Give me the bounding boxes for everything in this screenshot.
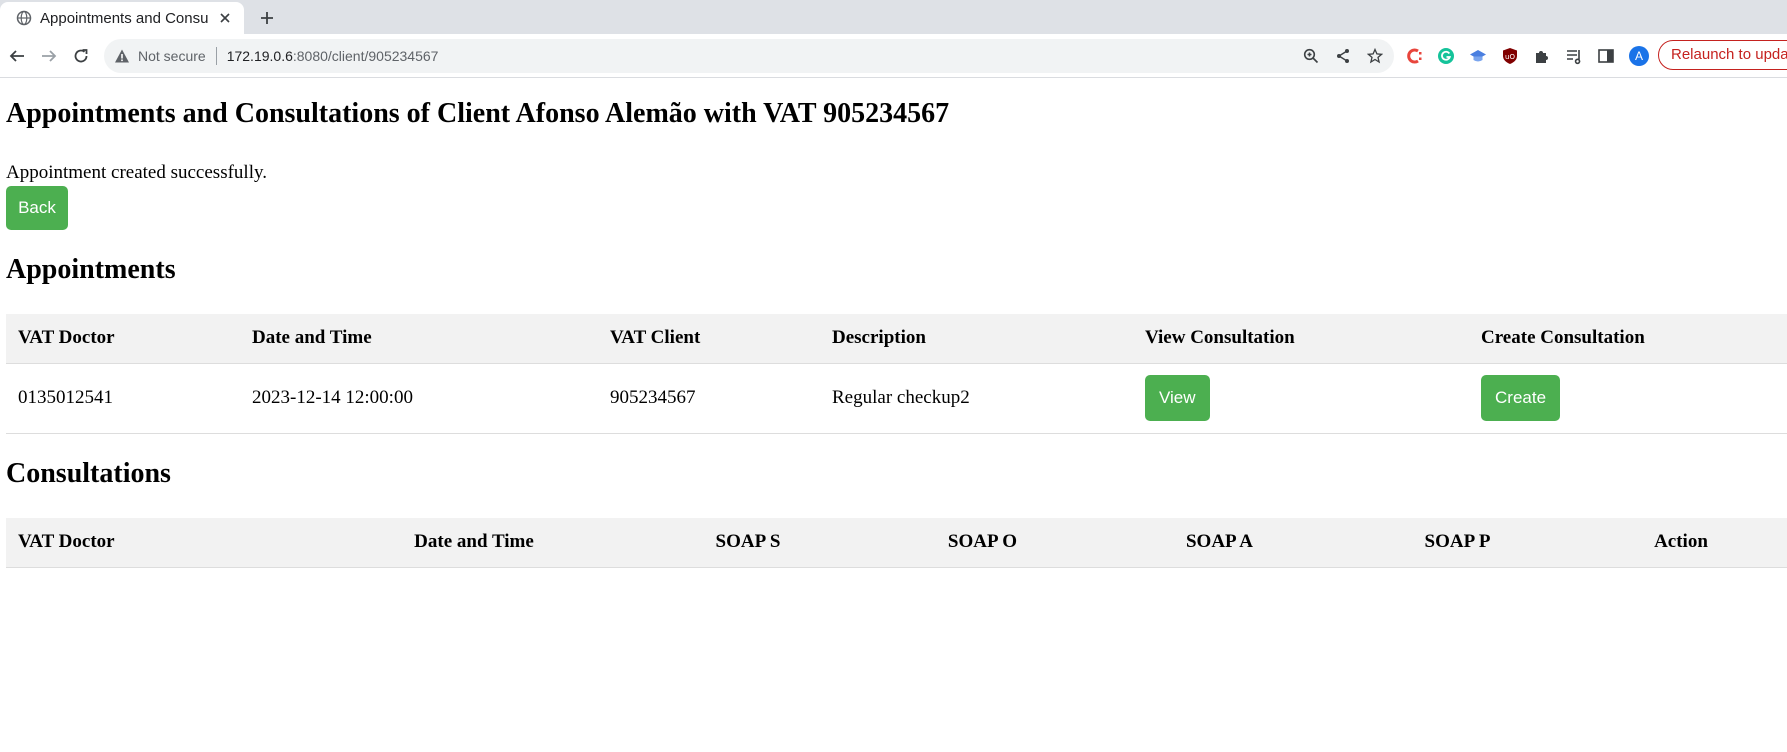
grammarly-icon[interactable]	[1437, 47, 1455, 65]
create-consultation-cell: Create	[1469, 363, 1787, 434]
table-header-row: VAT Doctor Date and Time SOAP S SOAP O S…	[6, 518, 1787, 568]
warning-icon	[115, 49, 129, 63]
side-panel-icon[interactable]	[1597, 47, 1615, 65]
vat-client-cell: 905234567	[598, 363, 820, 434]
appointments-heading: Appointments	[6, 254, 176, 285]
url-text: 172.19.0.6:8080/client/905234567	[226, 48, 439, 64]
tab-title: Appointments and Consu	[40, 9, 209, 27]
status-message: Appointment created successfully.	[6, 162, 267, 183]
address-bar[interactable]: Not secure 172.19.0.6:8080/client/905234…	[104, 39, 1394, 73]
close-icon[interactable]	[216, 9, 234, 27]
column-header: VAT Doctor	[6, 518, 318, 568]
back-button[interactable]: Back	[6, 186, 68, 230]
globe-icon	[16, 10, 32, 26]
column-header: View Consultation	[1133, 314, 1469, 364]
view-consultation-button[interactable]: View	[1145, 375, 1210, 421]
ublock-shield-icon[interactable]: uO	[1501, 47, 1519, 65]
forward-arrow-icon[interactable]	[37, 44, 61, 68]
browser-tab[interactable]: Appointments and Consu	[0, 2, 244, 34]
zoom-icon[interactable]	[1302, 47, 1320, 65]
column-header: Date and Time	[240, 314, 598, 364]
not-secure-label: Not secure	[138, 48, 206, 64]
create-consultation-button[interactable]: Create	[1481, 375, 1561, 421]
column-header: Date and Time	[318, 518, 630, 568]
column-header: SOAP A	[1099, 518, 1340, 568]
table-row: 0135012541 2023-12-14 12:00:00 905234567…	[6, 363, 1787, 434]
svg-text:uO: uO	[1505, 53, 1515, 61]
share-icon[interactable]	[1334, 47, 1352, 65]
date-time-cell: 2023-12-14 12:00:00	[240, 363, 598, 434]
graduation-cap-icon[interactable]	[1469, 47, 1487, 65]
relaunch-button[interactable]: Relaunch to upda	[1658, 40, 1787, 70]
back-arrow-icon[interactable]	[5, 44, 29, 68]
column-header: SOAP S	[630, 518, 866, 568]
column-header: Action	[1575, 518, 1787, 568]
puzzle-icon[interactable]	[1533, 47, 1551, 65]
consultations-table: VAT Doctor Date and Time SOAP S SOAP O S…	[6, 518, 1787, 568]
consultations-heading: Consultations	[6, 458, 171, 489]
table-header-row: VAT Doctor Date and Time VAT Client Desc…	[6, 314, 1787, 364]
extension-c-icon[interactable]	[1405, 47, 1423, 65]
profile-avatar[interactable]: A	[1629, 46, 1649, 66]
description-cell: Regular checkup2	[820, 363, 1133, 434]
page-title: Appointments and Consultations of Client…	[6, 98, 950, 129]
browser-toolbar: Not secure 172.19.0.6:8080/client/905234…	[0, 34, 1787, 78]
column-header: VAT Doctor	[6, 314, 240, 364]
column-header: Description	[820, 314, 1133, 364]
column-header: VAT Client	[598, 314, 820, 364]
vat-doctor-cell: 0135012541	[6, 363, 240, 434]
tab-strip: Appointments and Consu	[0, 0, 1787, 34]
new-tab-icon[interactable]	[256, 7, 278, 29]
view-consultation-cell: View	[1133, 363, 1469, 434]
column-header: SOAP P	[1340, 518, 1575, 568]
divider	[215, 47, 217, 65]
reading-list-icon[interactable]	[1565, 47, 1583, 65]
column-header: Create Consultation	[1469, 314, 1787, 364]
reload-icon[interactable]	[69, 44, 93, 68]
column-header: SOAP O	[866, 518, 1099, 568]
appointments-table: VAT Doctor Date and Time VAT Client Desc…	[6, 314, 1787, 434]
bookmark-star-icon[interactable]	[1366, 47, 1384, 65]
